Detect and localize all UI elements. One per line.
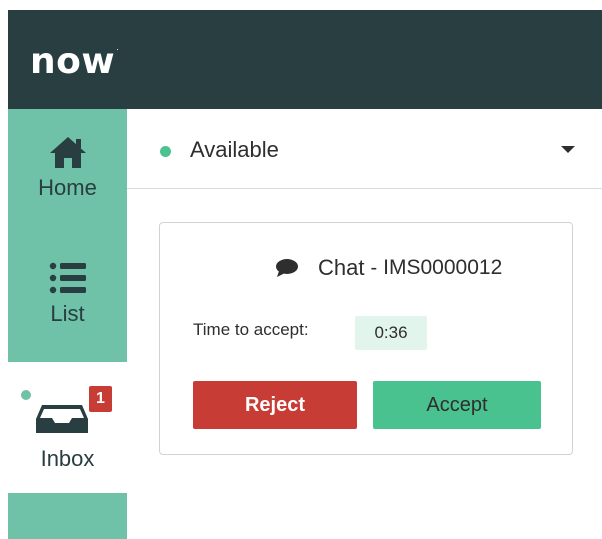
card-title: Chat - IMS0000012: [275, 253, 502, 283]
availability-selector[interactable]: Available: [127, 109, 602, 189]
chevron-down-icon[interactable]: [561, 146, 575, 153]
list-icon: [49, 262, 86, 294]
sidebar-item-label: Home: [38, 175, 97, 200]
inbox-presence-dot: [21, 390, 31, 400]
sidebar-item-home[interactable]: Home: [8, 135, 127, 201]
title-separator: -: [370, 256, 378, 279]
reject-button[interactable]: Reject: [193, 381, 357, 429]
home-icon: [49, 137, 86, 168]
work-item-type: Chat: [318, 255, 365, 280]
status-indicator-dot: [160, 146, 171, 157]
logo-mark: .: [116, 43, 120, 52]
inbox-count-badge: 1: [89, 386, 112, 412]
sidebar-item-label: Inbox: [40, 446, 95, 471]
chat-request-card: Chat - IMS0000012 Time to accept: 0:36 R…: [159, 222, 573, 455]
work-item-number: IMS0000012: [383, 256, 503, 279]
servicenow-logo[interactable]: now.: [30, 44, 119, 80]
accept-button[interactable]: Accept: [373, 381, 541, 429]
sidebar-item-inbox[interactable]: 1 Inbox: [8, 362, 127, 493]
inbox-icon: [34, 401, 90, 441]
sidebar-item-list[interactable]: List: [8, 261, 127, 327]
sidebar: Home List 1 Inbox: [8, 109, 127, 539]
availability-status: Available: [190, 137, 279, 162]
logo-text: now: [30, 41, 116, 82]
time-to-accept-timer: 0:36: [355, 316, 427, 350]
time-to-accept-label: Time to accept:: [193, 320, 309, 339]
chat-bubble-icon: [276, 259, 298, 277]
sidebar-item-label: List: [50, 301, 85, 326]
top-header: now.: [8, 10, 602, 109]
